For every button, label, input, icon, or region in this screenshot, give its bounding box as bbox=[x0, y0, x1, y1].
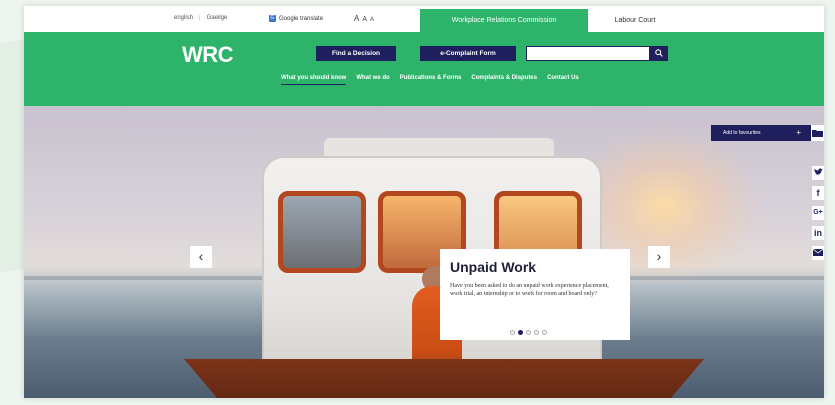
lang-irish-link[interactable]: Gaeilge bbox=[207, 15, 228, 21]
hero-card[interactable]: Unpaid Work Have you been asked to do an… bbox=[440, 249, 630, 340]
text-size-large[interactable]: A bbox=[354, 14, 359, 23]
carousel-dot[interactable] bbox=[510, 330, 515, 335]
find-decision-button[interactable]: Find a Decision bbox=[316, 46, 396, 61]
nav-publications-forms[interactable]: Publications & Forms bbox=[400, 75, 462, 85]
lang-english-link[interactable]: english bbox=[174, 15, 193, 21]
text-size-medium[interactable]: A bbox=[362, 16, 367, 23]
nav-what-you-should-know[interactable]: What you should know bbox=[281, 75, 347, 85]
hero-card-title: Unpaid Work bbox=[450, 259, 537, 275]
linkedin-icon[interactable]: in bbox=[812, 226, 824, 240]
hero-carousel: ‹ › Unpaid Work Have you been asked to d… bbox=[24, 106, 824, 398]
carousel-dot[interactable] bbox=[526, 330, 531, 335]
language-switcher: english | Gaeilge bbox=[174, 15, 227, 21]
google-translate[interactable]: G Google translate bbox=[269, 15, 323, 22]
folder-icon bbox=[812, 130, 823, 137]
boat-window-left bbox=[278, 191, 366, 273]
social-share-bar: f G+ in bbox=[812, 166, 824, 266]
tab-workplace-relations-commission[interactable]: Workplace Relations Commission bbox=[420, 9, 588, 32]
facebook-icon[interactable]: f bbox=[812, 186, 824, 200]
favourites-folder-button[interactable] bbox=[811, 125, 824, 141]
tab-labour-court[interactable]: Labour Court bbox=[590, 9, 680, 32]
carousel-dot-active[interactable] bbox=[518, 330, 523, 335]
lang-separator: | bbox=[199, 15, 201, 21]
browser-page: english | Gaeilge G Google translate A A… bbox=[24, 6, 824, 398]
logo-text: WRC bbox=[182, 42, 234, 67]
google-translate-icon: G bbox=[269, 15, 276, 22]
text-size-small[interactable]: A bbox=[370, 17, 374, 23]
text-size-controls: A A A bbox=[354, 14, 374, 23]
carousel-dots bbox=[510, 330, 547, 335]
main-nav: What you should know What we do Publicat… bbox=[281, 75, 579, 85]
favourites-label: Add to favourites bbox=[723, 130, 761, 136]
nav-complaints-disputes[interactable]: Complaints & Disputes bbox=[471, 75, 537, 85]
utility-bar: english | Gaeilge G Google translate A A… bbox=[24, 6, 824, 32]
nav-contact-us[interactable]: Contact Us bbox=[547, 75, 579, 85]
wrc-logo[interactable]: WRC bbox=[182, 44, 264, 70]
plus-icon: + bbox=[796, 128, 801, 137]
twitter-bird-shape bbox=[813, 168, 823, 175]
google-plus-icon[interactable]: G+ bbox=[812, 206, 824, 220]
email-icon[interactable] bbox=[812, 246, 824, 260]
search-icon bbox=[655, 49, 663, 57]
carousel-next-button[interactable]: › bbox=[648, 246, 670, 268]
carousel-dot[interactable] bbox=[534, 330, 539, 335]
search-button[interactable] bbox=[650, 46, 668, 61]
google-translate-label: Google translate bbox=[279, 15, 324, 22]
e-complaint-button[interactable]: e-Complaint Form bbox=[420, 46, 516, 61]
carousel-prev-button[interactable]: ‹ bbox=[190, 246, 212, 268]
add-to-favourites-button[interactable]: Add to favourites + bbox=[711, 125, 811, 141]
nav-what-we-do[interactable]: What we do bbox=[356, 75, 389, 85]
envelope-shape bbox=[812, 248, 824, 256]
search-input[interactable] bbox=[526, 46, 650, 61]
hero-card-body: Have you been asked to do an unpaid work… bbox=[450, 283, 609, 297]
carousel-dot[interactable] bbox=[542, 330, 547, 335]
twitter-icon[interactable] bbox=[812, 166, 824, 180]
